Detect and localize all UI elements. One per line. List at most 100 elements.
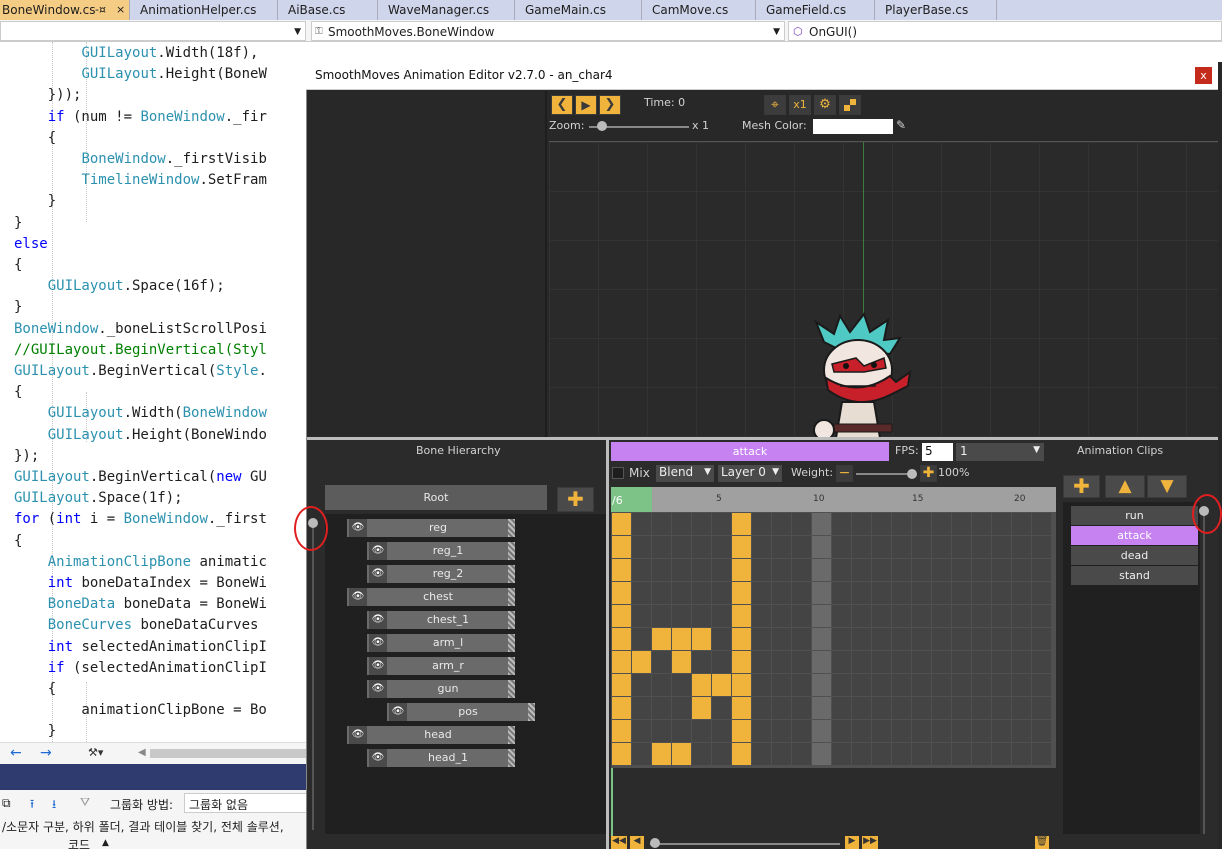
copy-icon[interactable]: ⧉ xyxy=(2,796,11,811)
keyframe-cell[interactable] xyxy=(992,582,1011,604)
bone-row-reg-1[interactable]: 👁 reg_1 xyxy=(367,542,515,560)
keyframe-cell[interactable] xyxy=(872,720,891,742)
keyframe-cell[interactable] xyxy=(712,605,731,627)
keyframe-cell[interactable] xyxy=(812,743,831,765)
keyframe-cell[interactable] xyxy=(712,651,731,673)
keyframe-cell[interactable] xyxy=(812,536,831,558)
tab-animationhelper[interactable]: AnimationHelper.cs xyxy=(130,0,278,20)
keyframe-cell[interactable] xyxy=(852,605,871,627)
keyframe-cell[interactable] xyxy=(1032,628,1051,650)
keyframe-cell[interactable] xyxy=(1012,536,1031,558)
keyframe-cell[interactable] xyxy=(912,536,931,558)
keyframe-cell[interactable] xyxy=(852,582,871,604)
keyframe-cell[interactable] xyxy=(632,743,651,765)
keyframe-cell[interactable] xyxy=(872,697,891,719)
keyframe-cell[interactable] xyxy=(872,582,891,604)
keyframe-cell[interactable] xyxy=(632,628,651,650)
keyframe-cell[interactable] xyxy=(692,513,711,535)
keyframe-cell[interactable] xyxy=(792,536,811,558)
code-line[interactable]: GUILayout.BeginVertical(Style. xyxy=(14,361,267,382)
keyframe-cell[interactable] xyxy=(632,513,651,535)
prev-result-icon[interactable]: ⭱ xyxy=(30,795,34,816)
add-bone-button[interactable]: ✚ xyxy=(557,487,594,512)
keyframe-cell[interactable] xyxy=(632,559,651,581)
keyframe-cell[interactable] xyxy=(992,628,1011,650)
keyframe-cell[interactable] xyxy=(952,605,971,627)
clip-item-run[interactable]: run xyxy=(1071,506,1198,525)
code-line[interactable]: } xyxy=(14,297,22,318)
clip-list-scrollbar[interactable] xyxy=(1203,514,1205,834)
keyframe-cell[interactable] xyxy=(972,651,991,673)
keyframe-cell[interactable] xyxy=(912,605,931,627)
keyframe-cell[interactable] xyxy=(752,674,771,696)
project-dropdown[interactable]: ▼ xyxy=(0,21,306,41)
keyframe-cell[interactable] xyxy=(612,651,631,673)
timeline-scroll-thumb[interactable] xyxy=(650,838,660,848)
keyframe-cell[interactable] xyxy=(952,674,971,696)
checker-icon[interactable] xyxy=(839,95,861,115)
keyframe-cell[interactable] xyxy=(732,674,751,696)
keyframe-cell[interactable] xyxy=(972,720,991,742)
code-line[interactable]: }); xyxy=(14,446,39,467)
keyframe-cell[interactable] xyxy=(952,582,971,604)
bone-row-chest-1[interactable]: 👁 chest_1 xyxy=(367,611,515,629)
keyframe-cell[interactable] xyxy=(1032,674,1051,696)
keyframe-cell[interactable] xyxy=(972,605,991,627)
code-line[interactable]: GUILayout.Height(BoneWindo xyxy=(14,425,267,446)
keyframe-cell[interactable] xyxy=(912,513,931,535)
keyframe-cell[interactable] xyxy=(692,651,711,673)
keyframe-cell[interactable] xyxy=(852,720,871,742)
keyframe-cell[interactable] xyxy=(772,582,791,604)
keyframe-cell[interactable] xyxy=(772,513,791,535)
keyframe-cell[interactable] xyxy=(1032,605,1051,627)
keyframe-cell[interactable] xyxy=(732,743,751,765)
keyframe-cell[interactable] xyxy=(732,513,751,535)
bone-row-pos[interactable]: 👁 pos xyxy=(387,703,535,721)
keyframe-cell[interactable] xyxy=(912,651,931,673)
keyframe-cell[interactable] xyxy=(1032,582,1051,604)
code-line[interactable]: BoneCurves boneDataCurves xyxy=(14,615,267,636)
first-frame-button[interactable]: ◀◀ xyxy=(611,836,627,849)
keyframe-cell[interactable] xyxy=(632,720,651,742)
keyframe-cell[interactable] xyxy=(1012,697,1031,719)
code-line[interactable]: int boneDataIndex = BoneWi xyxy=(14,573,267,594)
keyframe-cell[interactable] xyxy=(692,697,711,719)
keyframe-cell[interactable] xyxy=(852,559,871,581)
keyframe-cell[interactable] xyxy=(712,743,731,765)
filter-icon[interactable]: ⛛ xyxy=(80,795,90,810)
keyframe-cell[interactable] xyxy=(952,559,971,581)
keyframe-cell[interactable] xyxy=(972,582,991,604)
clip-item-dead[interactable]: dead xyxy=(1071,546,1198,565)
keyframe-cell[interactable] xyxy=(852,651,871,673)
keyframe-cell[interactable] xyxy=(832,513,851,535)
tab-wavemanager[interactable]: WaveManager.cs xyxy=(378,0,515,20)
bone-row-head-1[interactable]: 👁 head_1 xyxy=(367,749,515,767)
keyframe-cell[interactable] xyxy=(672,697,691,719)
keyframe-cell[interactable] xyxy=(652,628,671,650)
keyframe-cell[interactable] xyxy=(832,674,851,696)
root-bone-button[interactable]: Root xyxy=(325,485,547,510)
weight-increase-button[interactable]: ✚ xyxy=(920,465,937,482)
code-line[interactable]: { xyxy=(14,382,22,403)
fps-input[interactable]: 5 xyxy=(922,443,953,461)
keyframe-cell[interactable] xyxy=(632,651,651,673)
keyframe-cell[interactable] xyxy=(732,651,751,673)
code-line[interactable]: animationClipBone = Bo xyxy=(14,700,266,721)
weight-slider-thumb[interactable] xyxy=(907,469,917,479)
keyframe-cell[interactable] xyxy=(772,674,791,696)
code-line[interactable]: GUILayout.Space(16f); xyxy=(14,276,225,297)
group-dropdown[interactable]: 그룹화 없음 xyxy=(184,793,308,813)
keyframe-cell[interactable] xyxy=(772,743,791,765)
keyframe-cell[interactable] xyxy=(912,582,931,604)
keyframe-cell[interactable] xyxy=(1032,697,1051,719)
keyframe-cell[interactable] xyxy=(772,559,791,581)
keyframe-cell[interactable] xyxy=(612,628,631,650)
keyframe-cell[interactable] xyxy=(772,628,791,650)
keyframe-cell[interactable] xyxy=(752,720,771,742)
keyframe-cell[interactable] xyxy=(612,674,631,696)
eye-icon[interactable]: 👁 xyxy=(349,519,367,537)
keyframe-cell[interactable] xyxy=(912,628,931,650)
keyframe-cell[interactable] xyxy=(612,559,631,581)
keyframe-cell[interactable] xyxy=(872,513,891,535)
keyframe-cell[interactable] xyxy=(772,651,791,673)
